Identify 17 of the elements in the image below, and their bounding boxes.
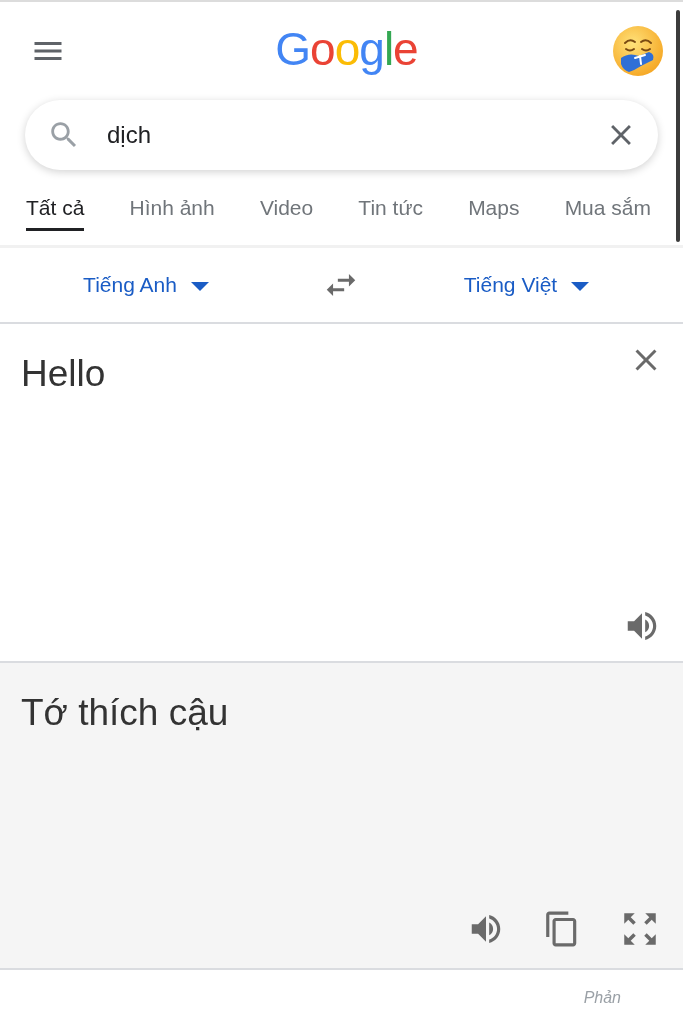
search-tab[interactable]: Video bbox=[259, 194, 314, 231]
source-language-button[interactable]: Tiếng Anh bbox=[83, 269, 209, 301]
target-language-button[interactable]: Tiếng Việt bbox=[463, 269, 590, 301]
search-tab[interactable]: Tất cả bbox=[26, 194, 85, 231]
source-text[interactable]: Hello bbox=[21, 352, 106, 396]
avatar-emoji-icon[interactable] bbox=[613, 26, 663, 76]
google-logo[interactable]: Google bbox=[275, 23, 418, 75]
search-field[interactable]: dịch bbox=[25, 100, 658, 170]
search-tab[interactable]: Tin tức bbox=[358, 194, 423, 231]
search-query: dịch bbox=[107, 120, 152, 150]
caret-icon bbox=[190, 282, 209, 291]
search-tab[interactable]: Hình ảnh bbox=[129, 194, 215, 231]
feedback-link[interactable]: Phản bbox=[583, 986, 621, 1010]
translation-text: Tớ thích cậu bbox=[21, 691, 229, 735]
search-tab[interactable]: Mua sắm bbox=[564, 194, 651, 231]
caret-icon bbox=[571, 282, 590, 291]
search-tab[interactable]: Maps bbox=[468, 194, 520, 231]
